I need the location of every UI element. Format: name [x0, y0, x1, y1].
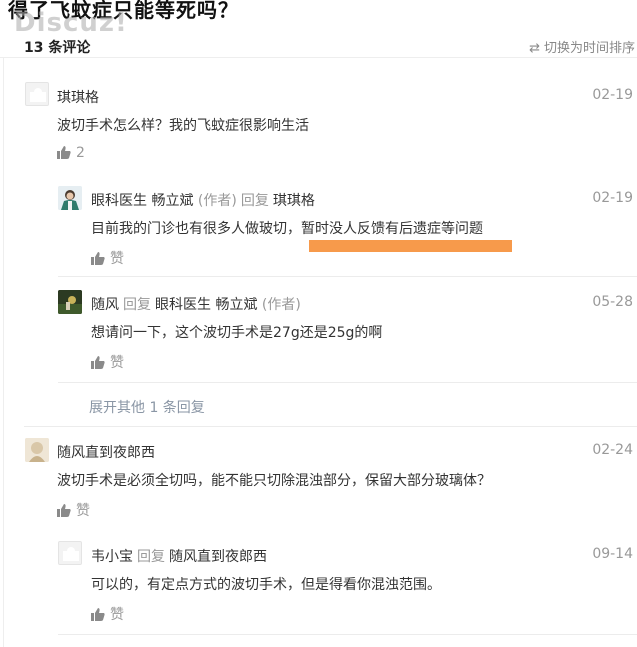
comments-header: 13 条评论 ⇄ 切换为时间排序	[0, 32, 637, 58]
reply-divider	[58, 276, 637, 277]
thumbs-up-icon	[91, 608, 105, 621]
avatar[interactable]	[25, 82, 49, 106]
avatar[interactable]	[58, 541, 82, 565]
reply-header: 随风 回复 眼科医生 畅立斌 (作者)	[91, 294, 301, 314]
reply-word: 回复	[137, 549, 165, 565]
highlight-underline	[309, 240, 512, 252]
expand-replies-link[interactable]: 展开其他 1 条回复	[89, 397, 205, 417]
doctor-avatar-image	[58, 186, 82, 210]
comment-date: 02-19	[592, 87, 633, 103]
reply-word: 回复	[240, 193, 269, 209]
sort-toggle-button[interactable]: ⇄ 切换为时间排序	[529, 37, 635, 56]
reply-divider	[58, 382, 637, 383]
reply-header: 眼科医生 畅立斌 (作者) 回复 琪琪格	[91, 190, 315, 210]
author-tag: (作者)	[197, 193, 237, 209]
author-role: 眼科医生	[91, 193, 147, 209]
comment-text: 波切手术是必须全切吗，能不能只切除混浊部分，保留大部分玻璃体？	[57, 473, 491, 489]
user-avatar-image	[25, 438, 49, 462]
sort-swap-icon: ⇄	[529, 41, 540, 56]
reply-target[interactable]: 琪琪格	[273, 193, 315, 209]
comment-author[interactable]: 琪琪格	[57, 87, 99, 107]
thumbs-up-icon	[91, 252, 105, 265]
like-button[interactable]: 赞	[57, 500, 90, 520]
default-avatar-icon	[30, 88, 46, 102]
like-button[interactable]: 赞	[91, 248, 124, 268]
comment-text: 波切手术怎么样？我的飞蚊症很影响生活	[57, 118, 309, 134]
reply-target-role: 眼科医生	[155, 297, 211, 313]
like-button[interactable]: 2	[57, 145, 85, 161]
thumbs-up-icon	[57, 146, 71, 159]
like-label: 赞	[110, 607, 124, 623]
comment-text: 想请问一下，这个波切手术是27g还是25g的啊	[91, 325, 383, 341]
comment-text: 目前我的门诊也有很多人做玻切，暂时没人反馈有后遗症等问题	[91, 221, 483, 237]
avatar[interactable]	[25, 438, 49, 462]
like-label: 赞	[110, 251, 124, 267]
avatar[interactable]	[58, 290, 82, 314]
comment-count: 13 条评论	[24, 40, 91, 56]
default-avatar-icon	[63, 547, 79, 561]
like-count: 2	[76, 145, 85, 161]
comment-date: 09-14	[592, 546, 633, 562]
comment-date: 02-24	[592, 442, 633, 458]
sort-toggle-label: 切换为时间排序	[543, 41, 635, 56]
comment-date: 02-19	[592, 190, 633, 206]
reply-author[interactable]: 畅立斌	[151, 193, 193, 209]
like-label: 赞	[76, 503, 90, 519]
suifeng-avatar-image	[58, 290, 82, 314]
comment-date: 05-28	[592, 294, 633, 310]
thumbs-up-icon	[91, 356, 105, 369]
reply-target[interactable]: 畅立斌	[215, 297, 257, 313]
avatar[interactable]	[58, 186, 82, 210]
reply-author[interactable]: 韦小宝	[91, 549, 133, 565]
comment-divider	[24, 426, 637, 427]
left-divider	[3, 58, 4, 647]
author-tag: (作者)	[261, 297, 301, 313]
reply-divider	[58, 634, 637, 635]
like-button[interactable]: 赞	[91, 604, 124, 624]
like-label: 赞	[110, 355, 124, 371]
reply-target[interactable]: 随风直到夜郎西	[169, 549, 267, 565]
like-button[interactable]: 赞	[91, 352, 124, 372]
comment-text: 可以的，有定点方式的波切手术，但是得看你混浊范围。	[91, 577, 441, 593]
comment-author[interactable]: 随风直到夜郎西	[57, 442, 155, 462]
reply-header: 韦小宝 回复 随风直到夜郎西	[91, 546, 267, 566]
reply-author[interactable]: 随风	[91, 297, 119, 313]
reply-word: 回复	[123, 297, 151, 313]
thumbs-up-icon	[57, 504, 71, 517]
